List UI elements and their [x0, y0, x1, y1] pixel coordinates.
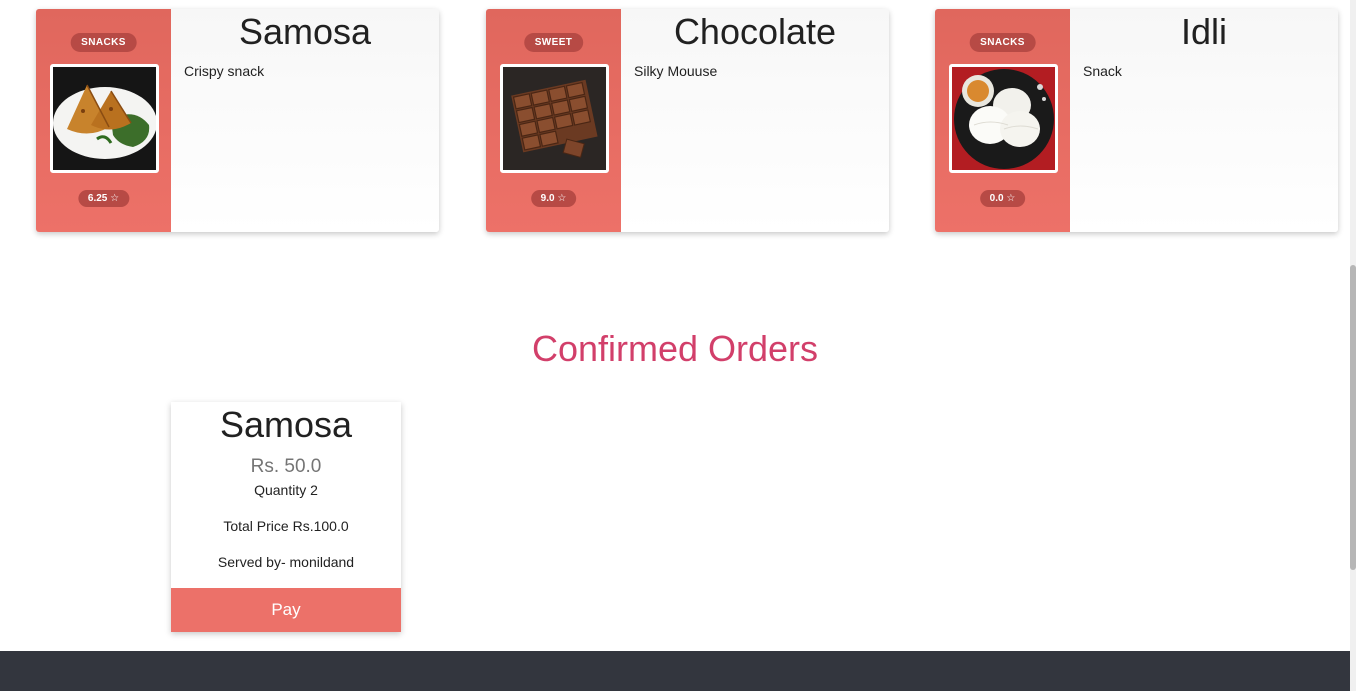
idli-image	[949, 64, 1058, 173]
category-badge: SNACKS	[969, 33, 1036, 52]
vertical-scrollbar[interactable]	[1350, 0, 1356, 691]
card-body: Samosa Crispy snack	[171, 9, 439, 232]
card-body: Chocolate Silky Mouuse	[621, 9, 889, 232]
item-title: Samosa	[238, 11, 372, 52]
item-description: Snack	[1083, 63, 1122, 79]
order-card: Samosa Rs. 50.0 Quantity 2 Total Price R…	[171, 402, 401, 632]
item-description: Crispy snack	[184, 63, 265, 79]
order-price: Rs. 50.0	[250, 456, 322, 477]
chocolate-image	[500, 64, 609, 173]
category-badge: SNACKS	[70, 33, 137, 52]
menu-card-samosa[interactable]: SNACKS 6.25 ☆ Samosa Crispy snack	[36, 9, 439, 232]
card-body: Idli Snack	[1070, 9, 1338, 232]
category-badge: SWEET	[523, 33, 584, 52]
item-title: Chocolate	[673, 11, 837, 52]
item-description: Silky Mouuse	[634, 63, 718, 79]
item-title: Idli	[1180, 11, 1228, 52]
samosa-image	[50, 64, 159, 173]
confirmed-orders-heading: Confirmed Orders	[531, 328, 819, 369]
order-total-price: Total Price Rs.100.0	[223, 518, 349, 534]
card-side-panel: SWEET 9.0 ☆	[486, 9, 621, 232]
order-served-by: Served by- monildand	[217, 554, 355, 570]
card-side-panel: SNACKS 6.25 ☆	[36, 9, 171, 232]
rating-badge: 9.0 ☆	[530, 190, 577, 207]
scrollbar-thumb[interactable]	[1350, 265, 1356, 570]
pay-button[interactable]: Pay	[171, 588, 401, 632]
order-quantity: Quantity 2	[254, 482, 318, 498]
rating-badge: 0.0 ☆	[979, 190, 1026, 207]
menu-card-idli[interactable]: SNACKS 0.0 ☆ Idli Snack	[935, 9, 1338, 232]
menu-card-chocolate[interactable]: SWEET 9.0 ☆ Chocolate Silky Mouuse	[486, 9, 889, 232]
page-footer	[0, 651, 1350, 691]
card-side-panel: SNACKS 0.0 ☆	[935, 9, 1070, 232]
rating-badge: 6.25 ☆	[77, 190, 130, 207]
order-item-name: Samosa	[219, 404, 353, 445]
